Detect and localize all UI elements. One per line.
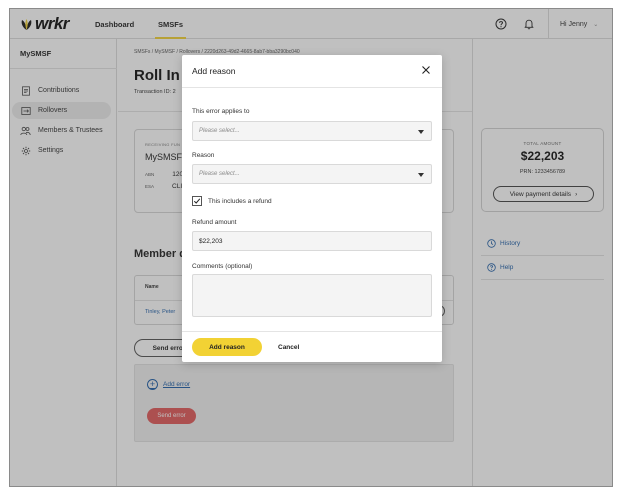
refund-amount-input[interactable]: $22,203 [192, 231, 432, 251]
caret-down-icon [418, 173, 424, 177]
refund-checkbox-row[interactable]: This includes a refund [192, 196, 272, 206]
reason-select[interactable]: Please select... [192, 164, 432, 184]
modal-title: Add reason [192, 66, 236, 76]
add-reason-modal: Add reason This error applies to Please … [182, 55, 442, 362]
comments-label: Comments (optional) [192, 263, 253, 270]
cancel-button[interactable]: Cancel [278, 338, 299, 356]
refund-checkbox[interactable] [192, 196, 202, 206]
applies-to-label: This error applies to [192, 108, 250, 115]
refund-amount-label: Refund amount [192, 219, 237, 226]
applies-to-select[interactable]: Please select... [192, 121, 432, 141]
comments-textarea[interactable] [192, 274, 432, 317]
reason-label: Reason [192, 152, 215, 159]
caret-down-icon [418, 130, 424, 134]
refund-checkbox-label: This includes a refund [208, 197, 272, 205]
modal-header-divider [182, 87, 442, 88]
applies-to-placeholder: Please select... [199, 128, 240, 134]
add-reason-button[interactable]: Add reason [192, 338, 262, 356]
reason-placeholder: Please select... [199, 171, 240, 177]
checkmark-icon [193, 198, 201, 204]
close-icon[interactable] [420, 64, 432, 76]
app-window: wrkr Dashboard SMSFs Hi Jenny ⌄ MySMSF C… [9, 8, 613, 487]
modal-footer-divider [182, 331, 442, 332]
